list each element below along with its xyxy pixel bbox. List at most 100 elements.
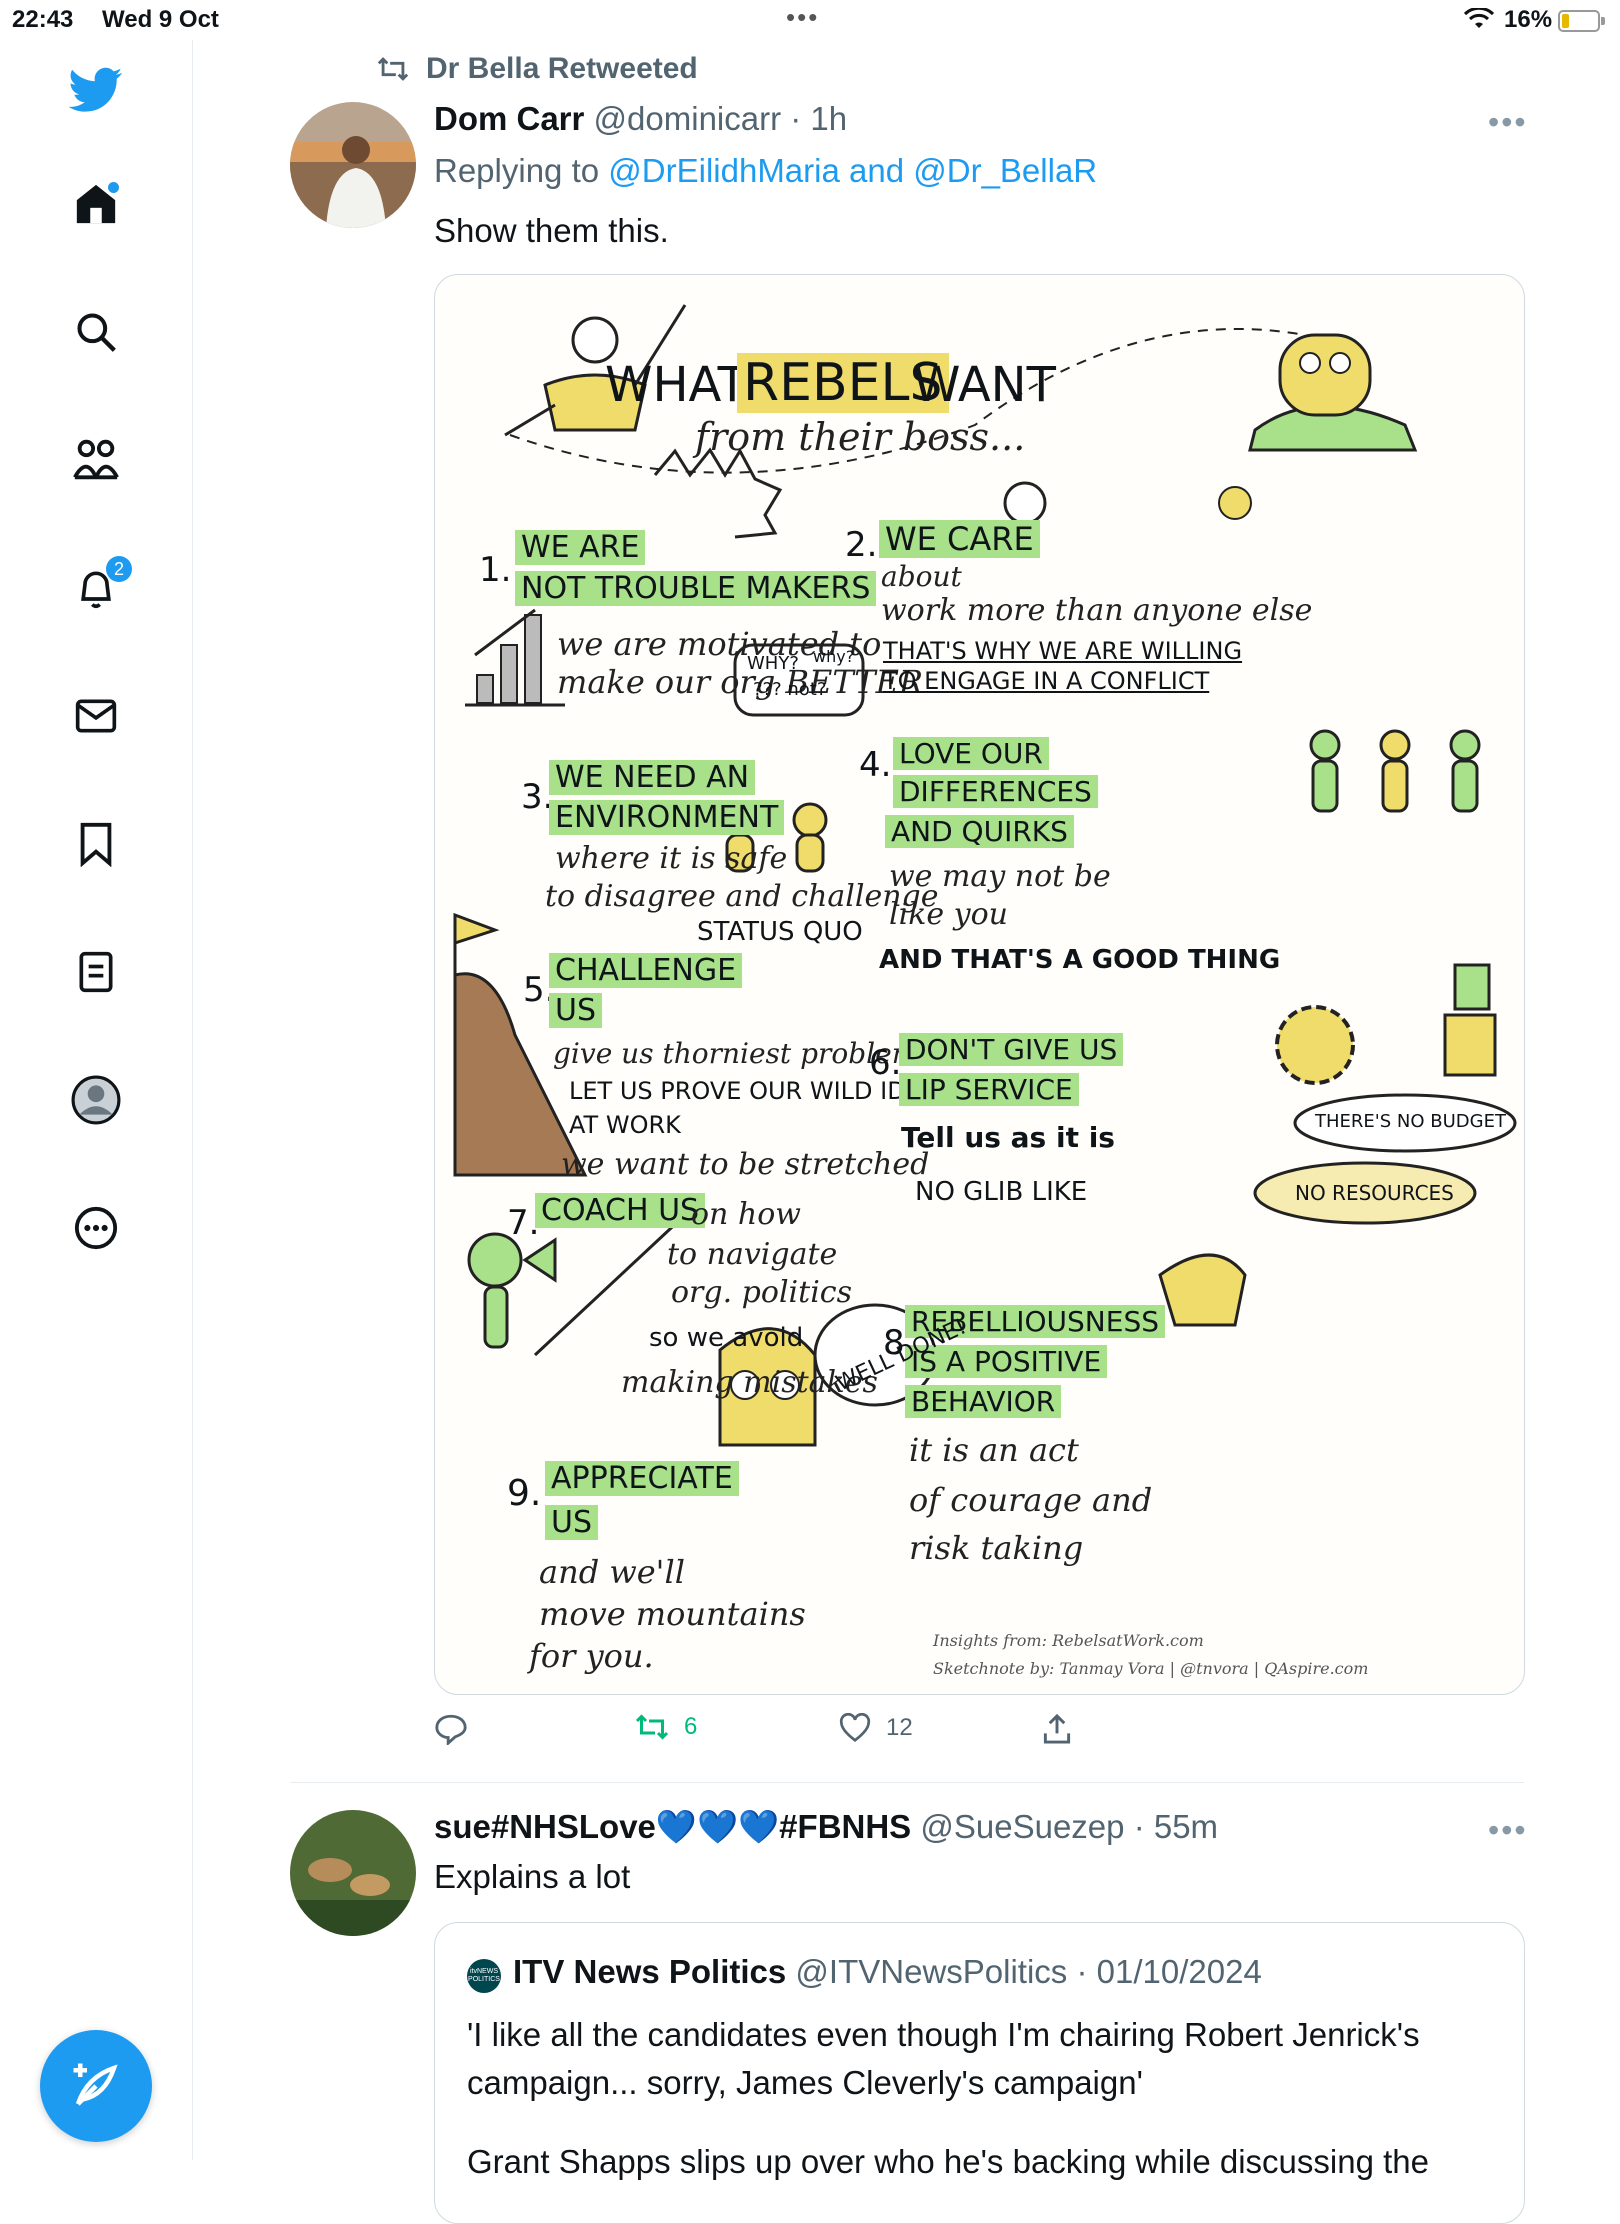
tweet-time[interactable]: · 1h [790,100,847,137]
communities-icon[interactable] [56,420,136,500]
retweet-button[interactable]: 6 [634,1713,697,1741]
home-icon[interactable] [56,164,136,244]
reply-mention-link[interactable]: @Dr_BellaR [913,152,1097,189]
sketch-credit: Sketchnote by: Tanmay Vora | @tnvora | Q… [933,1659,1369,1678]
notifications-icon[interactable]: 2 [56,548,136,628]
like-count: 12 [886,1714,913,1741]
sketch-text: so we avoid [649,1323,804,1353]
tweet-time[interactable]: · 55m [1134,1808,1218,1845]
sketch-heading: WE ARE [515,530,646,565]
tweet-more-icon[interactable]: ••• [1488,104,1528,141]
sketch-text: to navigate [667,1237,838,1272]
sketch-number: 6. [869,1043,902,1083]
tweet-divider [290,1782,1524,1783]
reply-mention-link[interactable]: @DrEilidhMaria [608,152,840,189]
sketch-number: 2. [845,525,878,565]
sketch-heading: COACH US [535,1193,706,1228]
sketch-text: NO RESOURCES [1295,1181,1454,1205]
more-options-icon[interactable] [56,1188,136,1268]
sketch-text: org. politics [671,1275,852,1310]
sketch-text: AT WORK [569,1111,681,1139]
reply-icon [435,1714,467,1745]
reply-and-label: and [849,152,905,189]
share-button[interactable] [1042,1713,1072,1745]
quoted-text-continued: Grant Shapps slips up over who he's back… [467,2143,1429,2180]
multitasking-dots-icon[interactable]: ••• [786,2,819,33]
sketch-heading: DON'T GIVE US [899,1033,1124,1066]
twitter-logo-icon[interactable] [56,50,136,130]
compose-tweet-button[interactable] [40,2030,152,2142]
reply-button[interactable] [434,1713,468,1745]
sketch-heading: US [545,1505,599,1540]
messages-icon[interactable] [56,676,136,756]
sketch-heading: NOT TROUBLE MAKERS [515,571,877,606]
wifi-icon [1464,8,1494,28]
sketch-number: 1. [479,550,512,590]
tweet-header: Dom Carr @dominicarr · 1h [434,100,847,138]
quoted-date: · 01/10/2024 [1076,1953,1262,1990]
sidebar-nav: 2 [0,40,193,2160]
tweet-media-image[interactable]: WHAT REBELS WANT from their boss... 1. W… [434,274,1525,1695]
sketch-heading: US [549,993,603,1028]
author-name[interactable]: Dom Carr [434,100,584,137]
heart-icon [839,1713,871,1742]
battery-icon [1558,10,1605,32]
status-date: Wed 9 Oct [102,6,219,33]
sketch-title-what: WHAT [605,357,747,413]
sketch-heading: BEHAVIOR [905,1385,1062,1418]
sketch-text: about [881,560,962,593]
sketch-text: we may not be [889,859,1111,894]
status-bar: 22:43 Wed 9 Oct ••• 16% [0,0,1620,40]
sketch-text: THERE'S NO BUDGET [1315,1111,1506,1132]
retweet-context[interactable]: Dr Bella Retweeted [376,52,698,86]
author-handle[interactable]: @SueSuezep [920,1808,1124,1845]
bookmarks-icon[interactable] [56,804,136,884]
lists-icon[interactable] [56,932,136,1012]
sketch-text: move mountains [539,1595,806,1633]
search-icon[interactable] [56,292,136,372]
sketch-heading: AND QUIRKS [885,815,1074,848]
profile-icon[interactable] [56,1060,136,1140]
sketch-text: THAT'S WHY WE ARE WILLING [883,637,1243,665]
tweet-text: Explains a lot [434,1858,631,1895]
like-button[interactable]: 12 [838,1713,913,1743]
author-handle[interactable]: @dominicarr [594,100,782,137]
sketch-number: 4. [859,745,892,785]
quoted-author-name: ITV News Politics [513,1953,787,1990]
avatar[interactable] [290,1810,416,1936]
sketch-text: TO ENGAGE IN A CONFLICT [883,667,1210,695]
replying-label: Replying to [434,152,600,189]
tweet-text: Show them this. [434,212,669,249]
sketch-text: we want to be stretched [561,1147,930,1182]
quoted-tweet[interactable]: itvNEWS POLITICS ITV News Politics @ITVN… [434,1922,1525,2224]
retweet-icon [377,57,409,81]
sketch-text: like you [889,897,1008,932]
retweeted-by-label: Dr Bella Retweeted [426,52,698,85]
replying-to: Replying to @DrEilidhMaria and @Dr_Bella… [434,152,1097,190]
retweet-icon [635,1714,669,1740]
avatar[interactable] [290,102,416,228]
tweet-more-icon[interactable]: ••• [1488,1812,1528,1849]
sketch-credit: Insights from: RebelsatWork.com [933,1631,1204,1650]
sketch-text: on how [691,1197,801,1232]
sketch-text: AND THAT'S A GOOD THING [879,945,1281,975]
sketch-text: for you. [529,1637,654,1675]
share-icon [1043,1713,1071,1744]
sketch-number: 9. [507,1473,542,1514]
sketch-text: ??? not? [753,679,827,700]
sketch-heading: WE NEED AN [549,760,756,795]
sketch-title-want: WANT [913,357,1056,413]
battery-percent: 16% [1504,6,1553,33]
author-name[interactable]: sue#NHSLove💙💙💙#FBNHS [434,1808,911,1845]
sketch-text: work more than anyone else [881,593,1313,628]
sketch-subtitle: from their boss... [695,415,1026,459]
home-unread-dot [108,182,119,193]
sketch-heading: CHALLENGE [549,953,743,988]
sketch-text: make our org BETTER [557,663,924,701]
sketch-text: and we'll [539,1553,685,1591]
notifications-badge: 2 [106,556,132,582]
sketch-text: why? [813,647,855,666]
sketch-heading: WE CARE [879,520,1040,558]
sketch-text: WHY? [747,653,799,674]
sketch-text: NO GLIB LIKE [915,1177,1088,1207]
